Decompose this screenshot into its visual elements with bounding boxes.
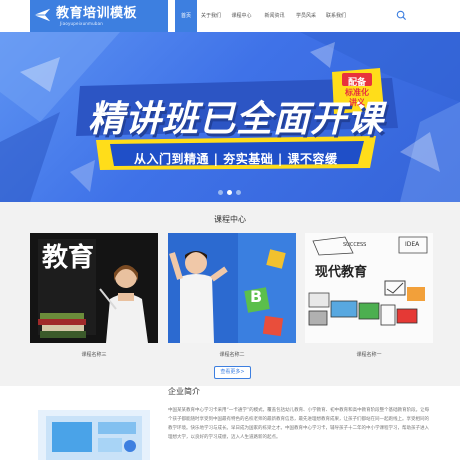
menu-item-news[interactable]: 新闻资讯 — [258, 0, 291, 32]
banner-slogan: 从入门到精通 | 夯实基础 | 课不容缓 — [134, 152, 338, 166]
menu-item-about[interactable]: 关于我们 — [197, 0, 225, 32]
slider-dot[interactable] — [236, 190, 241, 195]
logo-title: 教育培训模板 — [56, 6, 138, 21]
course-name[interactable]: 课程名称三 — [30, 351, 158, 358]
course-name[interactable]: 课程名称一 — [305, 351, 433, 358]
main-menu: 首页 关于我们 课程中心 新闻资讯 学员风采 联系我们 — [175, 0, 351, 32]
view-more-button[interactable]: 查看更多> — [214, 366, 251, 379]
about-image — [38, 410, 150, 460]
doodle-word-idea: IDEA — [405, 241, 420, 248]
menu-item-home[interactable]: 首页 — [175, 0, 197, 32]
menu-item-students[interactable]: 学员风采 — [291, 0, 321, 32]
doodle-word-success: SUCCESS — [343, 242, 367, 248]
badge-line3: 讲义 — [349, 98, 365, 107]
logo-subtitle: Jiaoyupeixunmuban — [60, 21, 103, 26]
about-title: 企业简介 — [168, 387, 200, 396]
plane-logo-icon — [33, 8, 51, 22]
slider-dot-active[interactable] — [227, 190, 232, 195]
hero-banner[interactable]: 精讲班已全面开课 从入门到精通 | 夯实基础 | 课不容缓 配备 标准化 讲义 — [0, 32, 460, 202]
top-nav: 教育培训模板 Jiaoyupeixunmuban 首页 关于我们 课程中心 新闻… — [0, 0, 460, 32]
menu-item-courses[interactable]: 课程中心 — [225, 0, 258, 32]
logo[interactable]: 教育培训模板 Jiaoyupeixunmuban — [30, 0, 168, 32]
modern-education-image — [305, 233, 433, 343]
menu-item-contact[interactable]: 联系我们 — [321, 0, 351, 32]
course-section-title: 课程中心 — [214, 215, 246, 224]
course-card-image[interactable]: B — [168, 233, 296, 343]
course-card-image[interactable]: 教育 — [30, 233, 158, 343]
about-text: 中国某某教育中心学习卡采用“一卡通学”的模式，覆盖包括幼儿教育、小学教育、初中教… — [168, 408, 430, 440]
search-icon[interactable] — [396, 10, 407, 21]
course-card-image[interactable]: SUCCESS IDEA 现代教育 — [305, 233, 433, 343]
slider-dot[interactable] — [218, 190, 223, 195]
child-blocks-image — [168, 233, 296, 343]
course-section: 课程中心 教育 课程名称三 B 课程名称二 SUCCESS IDEA 现代教育 … — [0, 202, 460, 386]
course-name[interactable]: 课程名称二 — [168, 351, 296, 358]
course-image-letter: B — [250, 287, 263, 306]
course-image-word: 教育 — [42, 243, 95, 273]
course-image-title: 现代教育 — [315, 265, 368, 280]
